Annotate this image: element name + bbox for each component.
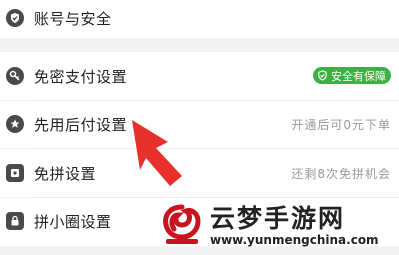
- settings-item-value: 还剩8次免拼机会: [291, 167, 391, 181]
- settings-item-account-security[interactable]: 账号与安全: [0, 0, 399, 38]
- settings-item-label: 拼小圈设置: [34, 213, 112, 231]
- settings-item-group-free[interactable]: 免拼设置 还剩8次免拼机会: [0, 149, 399, 197]
- site-watermark: 云梦手游网 www.yunmengchina.com: [150, 195, 399, 255]
- red-pointer-arrow-icon: [132, 120, 182, 186]
- shield-icon: [317, 70, 328, 81]
- key-icon: [6, 67, 24, 85]
- watermark-url: www.yunmengchina.com: [210, 233, 379, 247]
- badge-text: 安全有保障: [331, 69, 386, 83]
- lock-icon: [6, 212, 24, 230]
- settings-item-label: 账号与安全: [34, 10, 112, 28]
- settings-item-label: 先用后付设置: [34, 116, 128, 134]
- settings-item-password-free-payment[interactable]: 免密支付设置 安全有保障: [0, 52, 399, 100]
- settings-item-label: 免拼设置: [34, 165, 97, 183]
- badge-star-icon: [6, 115, 24, 133]
- watermark-logo-icon: [163, 204, 201, 244]
- security-guarantee-badge: 安全有保障: [313, 67, 391, 84]
- watermark-title: 云梦手游网: [210, 204, 346, 233]
- settings-item-label: 免密支付设置: [34, 68, 128, 86]
- settings-item-pay-later[interactable]: 先用后付设置 开通后可0元下单: [0, 101, 399, 148]
- shield-check-icon: [6, 9, 24, 27]
- coupon-icon: [6, 164, 24, 182]
- settings-item-value: 开通后可0元下单: [291, 118, 391, 132]
